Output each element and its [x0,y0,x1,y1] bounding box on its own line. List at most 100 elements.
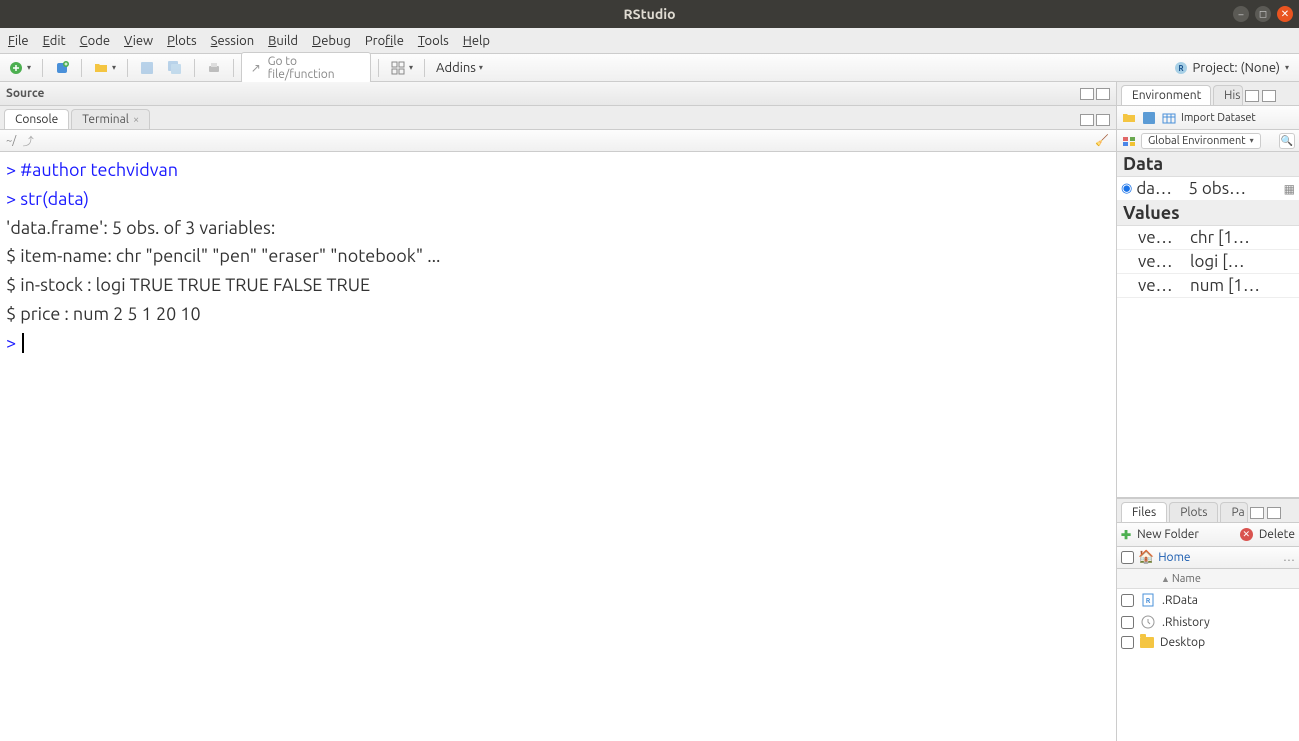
window-close-button[interactable]: ✕ [1277,6,1293,22]
folder-open-icon [93,60,109,76]
new-folder-plus-icon: ✚ [1121,528,1131,542]
env-item-value: 5 obs… [1188,179,1279,198]
env-item-value-row[interactable]: ve… logi [… [1117,250,1299,274]
grid-button[interactable]: ▾ [386,58,417,78]
tab-history[interactable]: His [1213,85,1243,105]
home-icon: 🏠 [1138,550,1154,565]
env-section-values: Values [1117,201,1299,226]
menu-tools[interactable]: Tools [418,34,449,48]
source-pane-title: Source [6,87,44,100]
expand-icon[interactable]: ◉ [1121,181,1132,196]
files-breadcrumb: 🏠 Home … [1117,547,1299,569]
goto-arrow-icon: ↗ [248,60,264,76]
addins-button[interactable]: Addins ▾ [432,59,487,77]
close-icon[interactable]: × [133,114,139,126]
environment-scope-selector[interactable]: Global Environment ▾ [1141,133,1261,149]
tab-terminal-label: Terminal [82,113,129,126]
project-label[interactable]: Project: (None) [1193,61,1280,75]
window-titlebar: RStudio – ◻ ✕ [0,0,1299,28]
new-file-button[interactable]: ▾ [4,58,35,78]
tab-environment[interactable]: Environment [1121,85,1211,105]
goto-file-function-input[interactable]: ↗ Go to file/function [241,52,371,84]
create-project-button[interactable] [50,58,74,78]
new-folder-button[interactable]: New Folder [1137,528,1199,541]
delete-button[interactable]: Delete [1259,528,1295,541]
tab-packages[interactable]: Pa [1220,502,1248,522]
env-item-value-row[interactable]: ve… num [1… [1117,274,1299,298]
clear-console-icon[interactable]: 🧹 [1094,133,1110,149]
select-all-checkbox[interactable] [1121,551,1134,564]
env-item-data[interactable]: ◉ da… 5 obs… ▦ [1117,177,1299,201]
env-item-name: ve… [1138,276,1186,295]
goto-dir-icon[interactable]: ⤴ [20,133,36,149]
file-checkbox[interactable] [1121,616,1134,629]
toolbar-separator [81,59,82,77]
console-tabs: Console Terminal × [0,106,1116,130]
file-checkbox[interactable] [1121,636,1134,649]
chevron-down-icon: ▾ [1250,136,1254,145]
search-environment-button[interactable]: 🔍 [1279,133,1295,149]
pane-minimize-icon[interactable] [1080,114,1094,126]
tab-terminal[interactable]: Terminal × [71,109,150,129]
chevron-down-icon: ▾ [479,63,483,72]
window-controls: – ◻ ✕ [1233,6,1293,22]
pane-maximize-icon[interactable] [1262,90,1276,102]
import-dataset-icon[interactable] [1161,110,1177,126]
file-row[interactable]: R .RData [1117,589,1299,611]
file-row[interactable]: Desktop [1117,633,1299,652]
file-name: .Rhistory [1162,616,1210,629]
more-icon[interactable]: … [1283,551,1295,564]
menu-profile[interactable]: Profile [365,34,404,48]
menu-file[interactable]: File [8,34,29,48]
toolbar-separator [194,59,195,77]
menu-debug[interactable]: Debug [312,34,351,48]
breadcrumb-home[interactable]: Home [1158,551,1190,564]
save-all-button[interactable] [163,58,187,78]
file-checkbox[interactable] [1121,594,1134,607]
menu-build[interactable]: Build [268,34,298,48]
environment-toolbar: Import Dataset [1117,106,1299,130]
folder-icon [1140,637,1154,648]
load-workspace-icon[interactable] [1121,110,1137,126]
tab-files[interactable]: Files [1121,502,1167,522]
tab-files-label: Files [1132,506,1156,519]
import-dataset-button[interactable]: Import Dataset [1181,112,1256,124]
menu-view[interactable]: View [124,34,153,48]
console-line: #author techvidvan [20,160,178,180]
sort-asc-icon[interactable]: ▲ [1161,574,1170,584]
toolbar-separator [42,59,43,77]
menu-code[interactable]: Code [80,34,110,48]
pane-minimize-icon[interactable] [1245,90,1259,102]
project-plus-icon [54,60,70,76]
view-table-icon[interactable]: ▦ [1284,182,1295,196]
tab-plots[interactable]: Plots [1169,502,1218,522]
tab-packages-label: Pa [1231,506,1244,519]
pane-minimize-icon[interactable] [1080,88,1094,100]
save-workspace-icon[interactable] [1141,110,1157,126]
menu-plots[interactable]: Plots [167,34,197,48]
window-maximize-button[interactable]: ◻ [1255,6,1271,22]
tab-console[interactable]: Console [4,109,69,129]
files-name-header[interactable]: Name [1172,573,1201,585]
pane-maximize-icon[interactable] [1096,114,1110,126]
env-item-value: chr [1… [1190,228,1295,247]
pane-maximize-icon[interactable] [1096,88,1110,100]
pane-maximize-icon[interactable] [1267,507,1281,519]
window-minimize-button[interactable]: – [1233,6,1249,22]
open-file-button[interactable]: ▾ [89,58,120,78]
file-row[interactable]: .Rhistory [1117,611,1299,633]
rhistory-file-icon [1140,614,1156,630]
menu-help[interactable]: Help [463,34,490,48]
files-list-header: ▲ Name [1117,569,1299,589]
chevron-down-icon: ▾ [1285,63,1289,72]
env-item-value-row[interactable]: ve… chr [1… [1117,226,1299,250]
goto-placeholder-text: Go to file/function [268,55,364,81]
pane-minimize-icon[interactable] [1250,507,1264,519]
environment-scope-bar: Global Environment ▾ 🔍 [1117,130,1299,152]
tab-history-label: His [1224,89,1241,102]
menu-edit[interactable]: Edit [43,34,66,48]
print-button[interactable] [202,58,226,78]
save-button[interactable] [135,58,159,78]
console-output[interactable]: > #author techvidvan > str(data) 'data.f… [0,152,1116,741]
menu-session[interactable]: Session [211,34,254,48]
